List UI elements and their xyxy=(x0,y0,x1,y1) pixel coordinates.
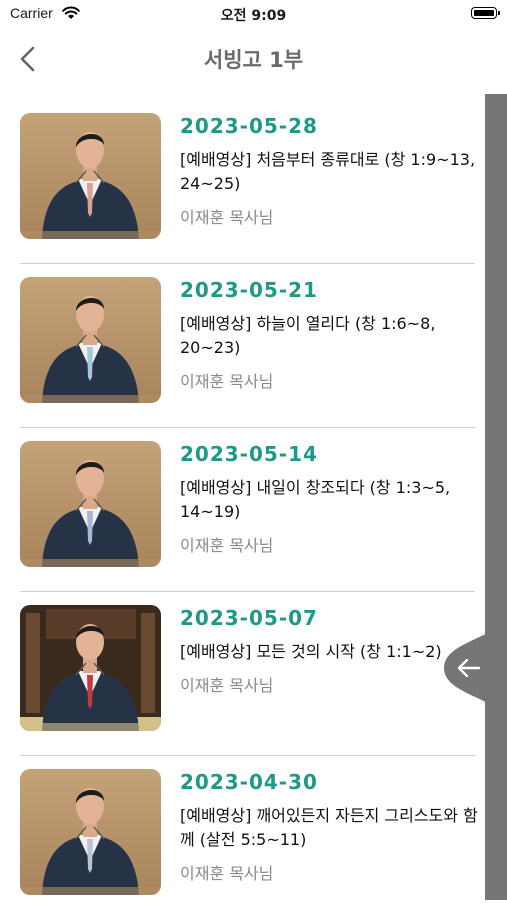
list-item[interactable]: 2023-04-30 [예배영상] 깨어있든지 자든지 그리스도와 함께 (살전… xyxy=(0,756,478,920)
list-item[interactable]: 2023-05-28 [예배영상] 처음부터 종류대로 (창 1:9~13, 2… xyxy=(0,100,475,264)
preacher-name: 이재훈 목사님 xyxy=(180,208,274,227)
preacher-name: 이재훈 목사님 xyxy=(180,536,274,555)
pastor-image xyxy=(20,277,161,403)
sermon-list: 2023-05-28 [예배영상] 처음부터 종류대로 (창 1:9~13, 2… xyxy=(0,100,478,920)
sermon-date: 2023-05-28 xyxy=(180,114,318,138)
pastor-image xyxy=(20,113,161,239)
nav-bar: 서빙고 1부 xyxy=(0,28,507,90)
pastor-image xyxy=(20,441,161,567)
sermon-date: 2023-05-21 xyxy=(180,278,318,302)
status-bar: Carrier 오전 9:09 xyxy=(0,0,507,28)
preacher-name: 이재훈 목사님 xyxy=(180,864,274,883)
page-title: 서빙고 1부 xyxy=(203,48,304,72)
video-thumbnail[interactable] xyxy=(20,277,161,403)
drawer-tab-shape xyxy=(444,609,507,727)
drawer-toggle-button[interactable] xyxy=(444,609,507,727)
list-item[interactable]: 2023-05-21 [예배영상] 하늘이 열리다 (창 1:6~8, 20~2… xyxy=(0,264,475,428)
status-time: 오전 9:09 xyxy=(220,8,287,24)
sermon-title: [예배영상] 하늘이 열리다 (창 1:6~8, 20~23) xyxy=(180,314,436,357)
sermon-date: 2023-05-07 xyxy=(180,606,318,630)
list-item[interactable]: 2023-05-07 [예배영상] 모든 것의 시작 (창 1:1~2) 이재훈… xyxy=(0,592,475,756)
video-thumbnail[interactable] xyxy=(20,113,161,239)
battery-icon xyxy=(471,7,500,19)
video-thumbnail[interactable] xyxy=(20,769,161,895)
video-thumbnail[interactable] xyxy=(20,605,161,731)
sermon-title: [예배영상] 내일이 창조되다 (창 1:3~5, 14~19) xyxy=(180,478,451,521)
pastor-image xyxy=(20,605,161,731)
preacher-name: 이재훈 목사님 xyxy=(180,676,274,695)
sermon-date: 2023-05-14 xyxy=(180,442,318,466)
side-panel xyxy=(485,94,507,900)
pastor-image xyxy=(20,769,161,895)
list-item[interactable]: 2023-05-14 [예배영상] 내일이 창조되다 (창 1:3~5, 14~… xyxy=(0,428,475,592)
video-thumbnail[interactable] xyxy=(20,441,161,567)
sermon-title: [예배영상] 깨어있든지 자든지 그리스도와 함께 (살전 5:5~11) xyxy=(180,806,478,849)
sermon-date: 2023-04-30 xyxy=(180,770,318,794)
preacher-name: 이재훈 목사님 xyxy=(180,372,274,391)
sermon-title: [예배영상] 모든 것의 시작 (창 1:1~2) xyxy=(180,642,442,661)
sermon-title: [예배영상] 처음부터 종류대로 (창 1:9~13, 24~25) xyxy=(180,150,476,193)
